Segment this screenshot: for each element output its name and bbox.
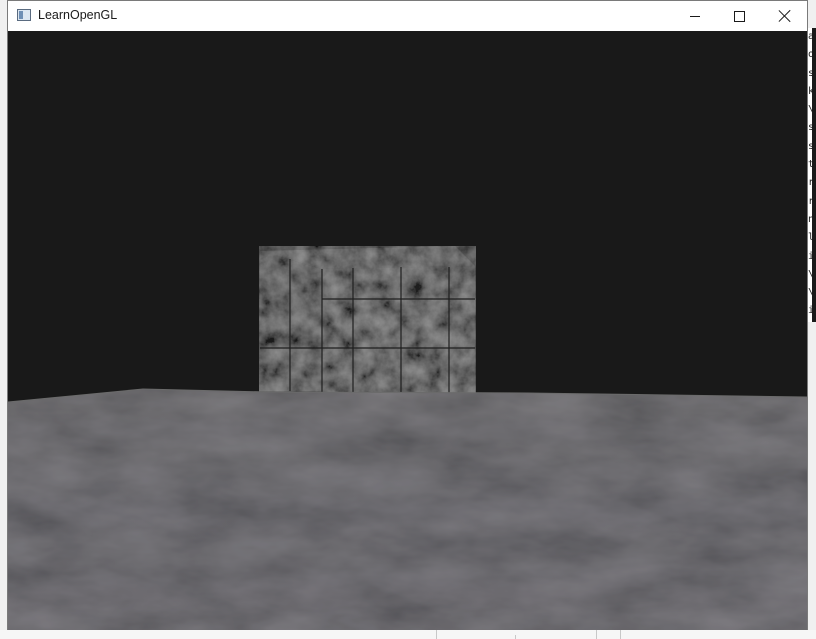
close-icon (778, 9, 792, 23)
marble-texture (259, 246, 476, 393)
floor-texture (8, 389, 807, 630)
maximize-button[interactable] (717, 1, 762, 31)
opengl-viewport[interactable] (8, 31, 807, 630)
marble-cube (259, 246, 476, 393)
divider (596, 630, 597, 639)
scene-canvas (8, 246, 807, 630)
divider (620, 630, 621, 639)
window-title: LearnOpenGL (38, 8, 118, 22)
window-titlebar[interactable]: LearnOpenGL (8, 1, 807, 31)
desktop: at o st kt \D sk sk tr r\ rs ni lm ir \D… (0, 0, 816, 639)
learnopengl-window[interactable]: LearnOpenGL (7, 0, 808, 630)
minimize-button[interactable] (672, 1, 717, 31)
close-button[interactable] (762, 1, 807, 31)
divider (436, 630, 437, 639)
divider (515, 635, 516, 639)
maximize-icon (734, 10, 745, 22)
app-window-icon (17, 9, 31, 21)
background-console-scrollbar[interactable] (812, 28, 816, 322)
background-window-strip (0, 630, 816, 639)
floor-plane (8, 388, 807, 630)
minimize-icon (689, 15, 700, 17)
